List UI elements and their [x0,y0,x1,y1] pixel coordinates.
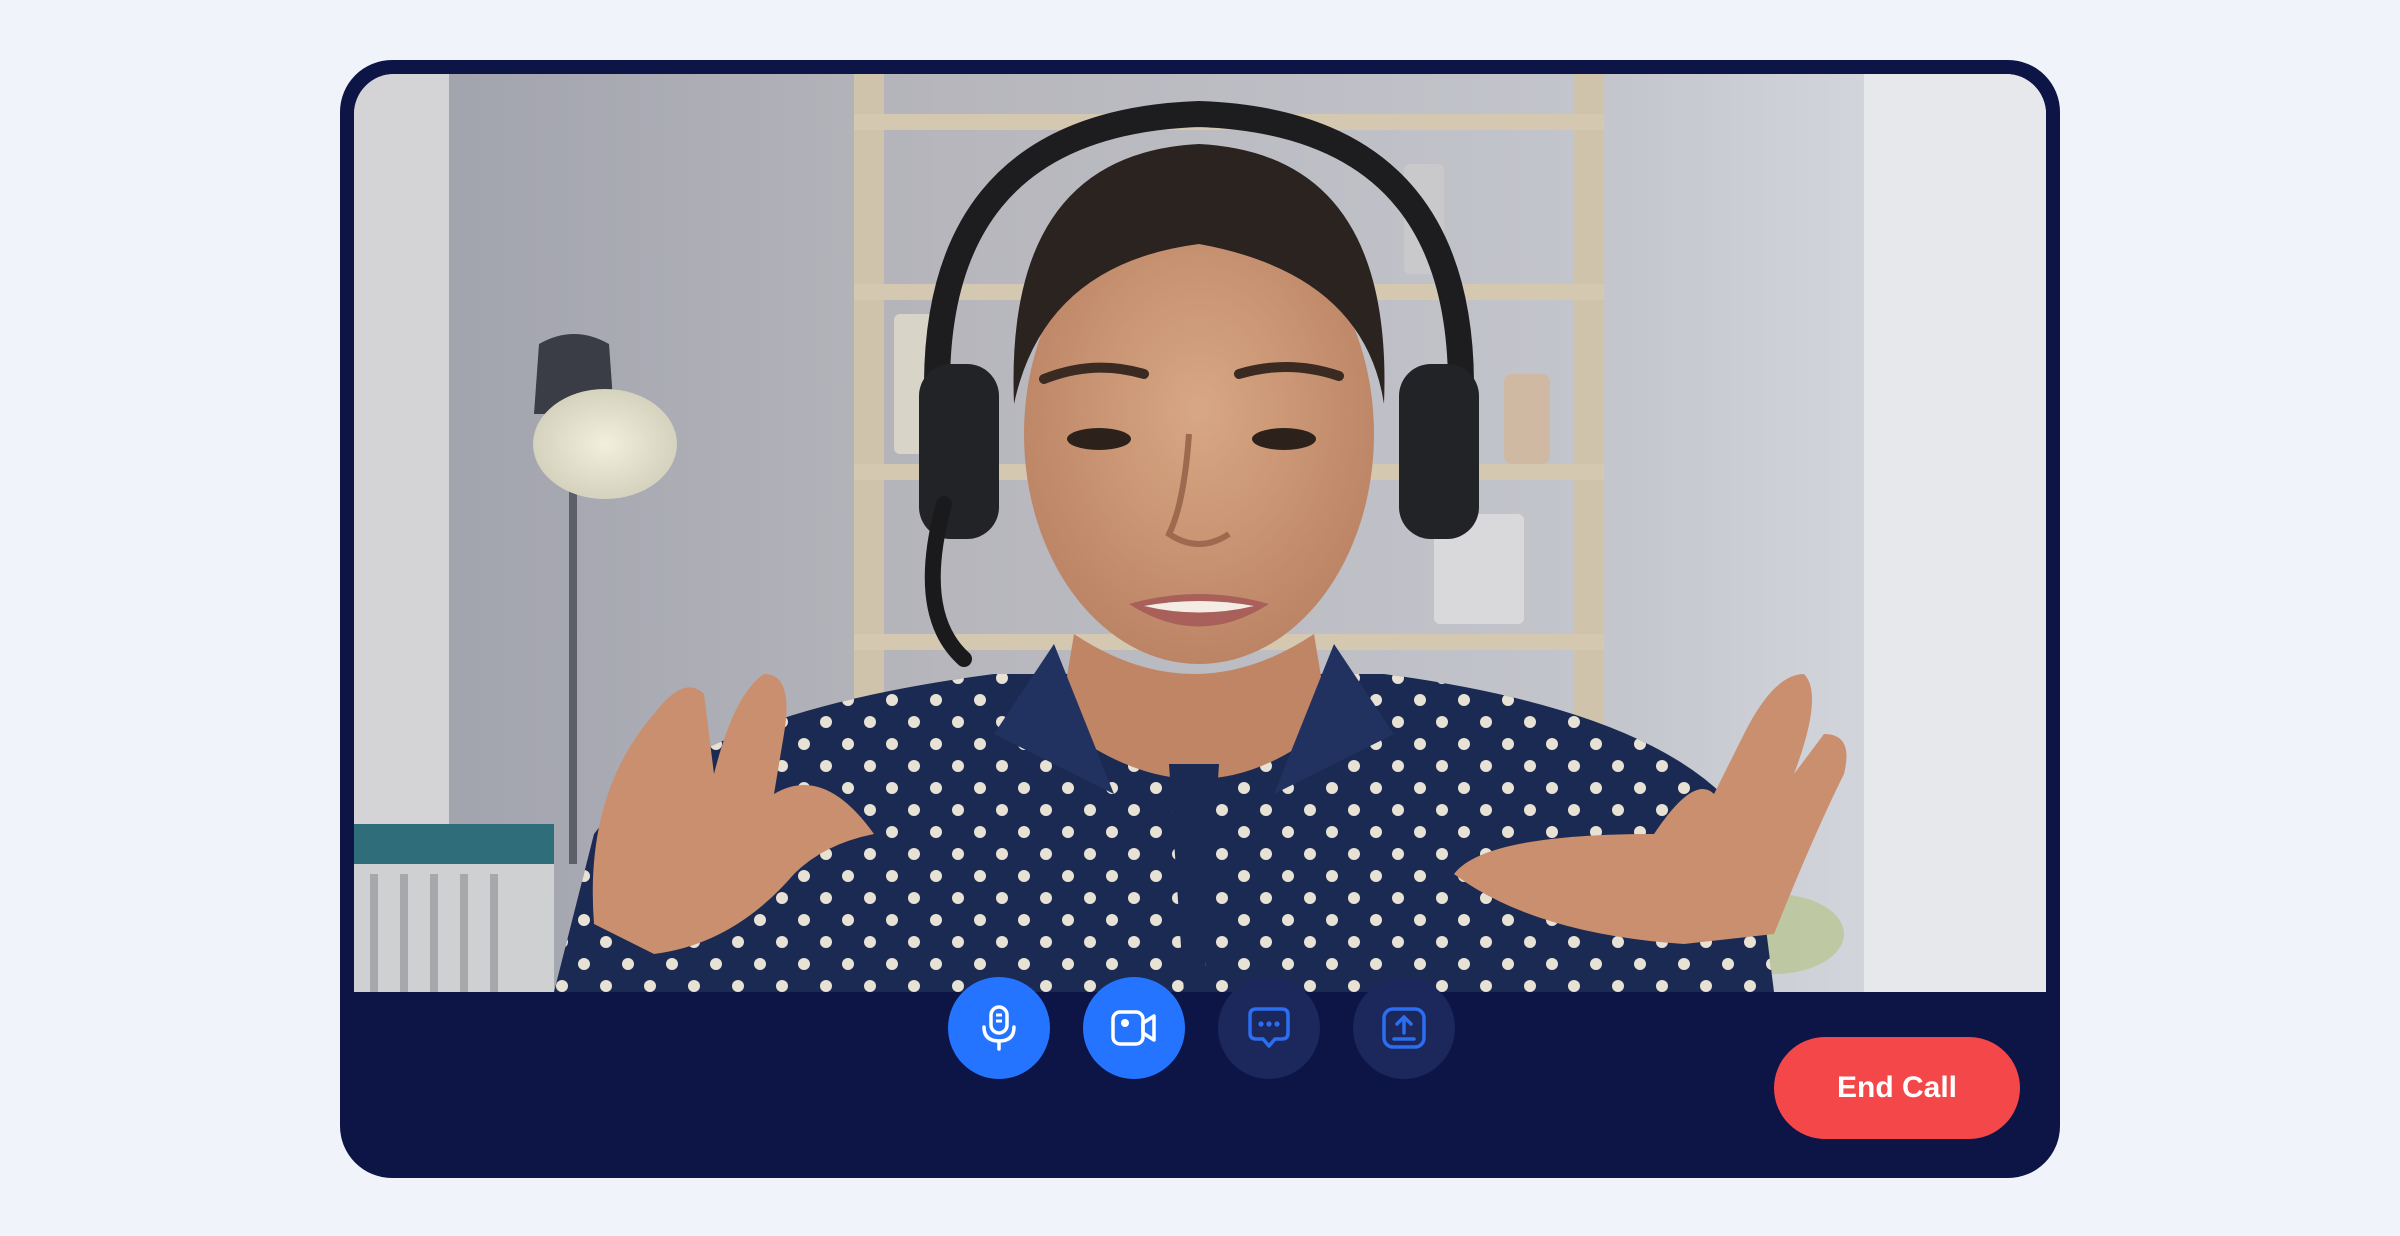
chat-icon [1248,1007,1290,1048]
end-call-button[interactable]: End Call [1774,1037,2020,1139]
video-camera-icon [1111,1010,1156,1046]
end-call-label: End Call [1836,1071,1957,1104]
participant-video-image [354,74,2046,992]
chat-button[interactable] [1218,977,1320,1079]
video-call-window [340,60,2060,1178]
share-screen-icon [1382,1007,1426,1049]
microphone-button[interactable] [948,977,1050,1079]
participant-video-feed [354,74,2046,992]
microphone-icon [982,1005,1016,1051]
camera-button[interactable] [1083,977,1185,1079]
share-screen-button[interactable] [1353,977,1455,1079]
